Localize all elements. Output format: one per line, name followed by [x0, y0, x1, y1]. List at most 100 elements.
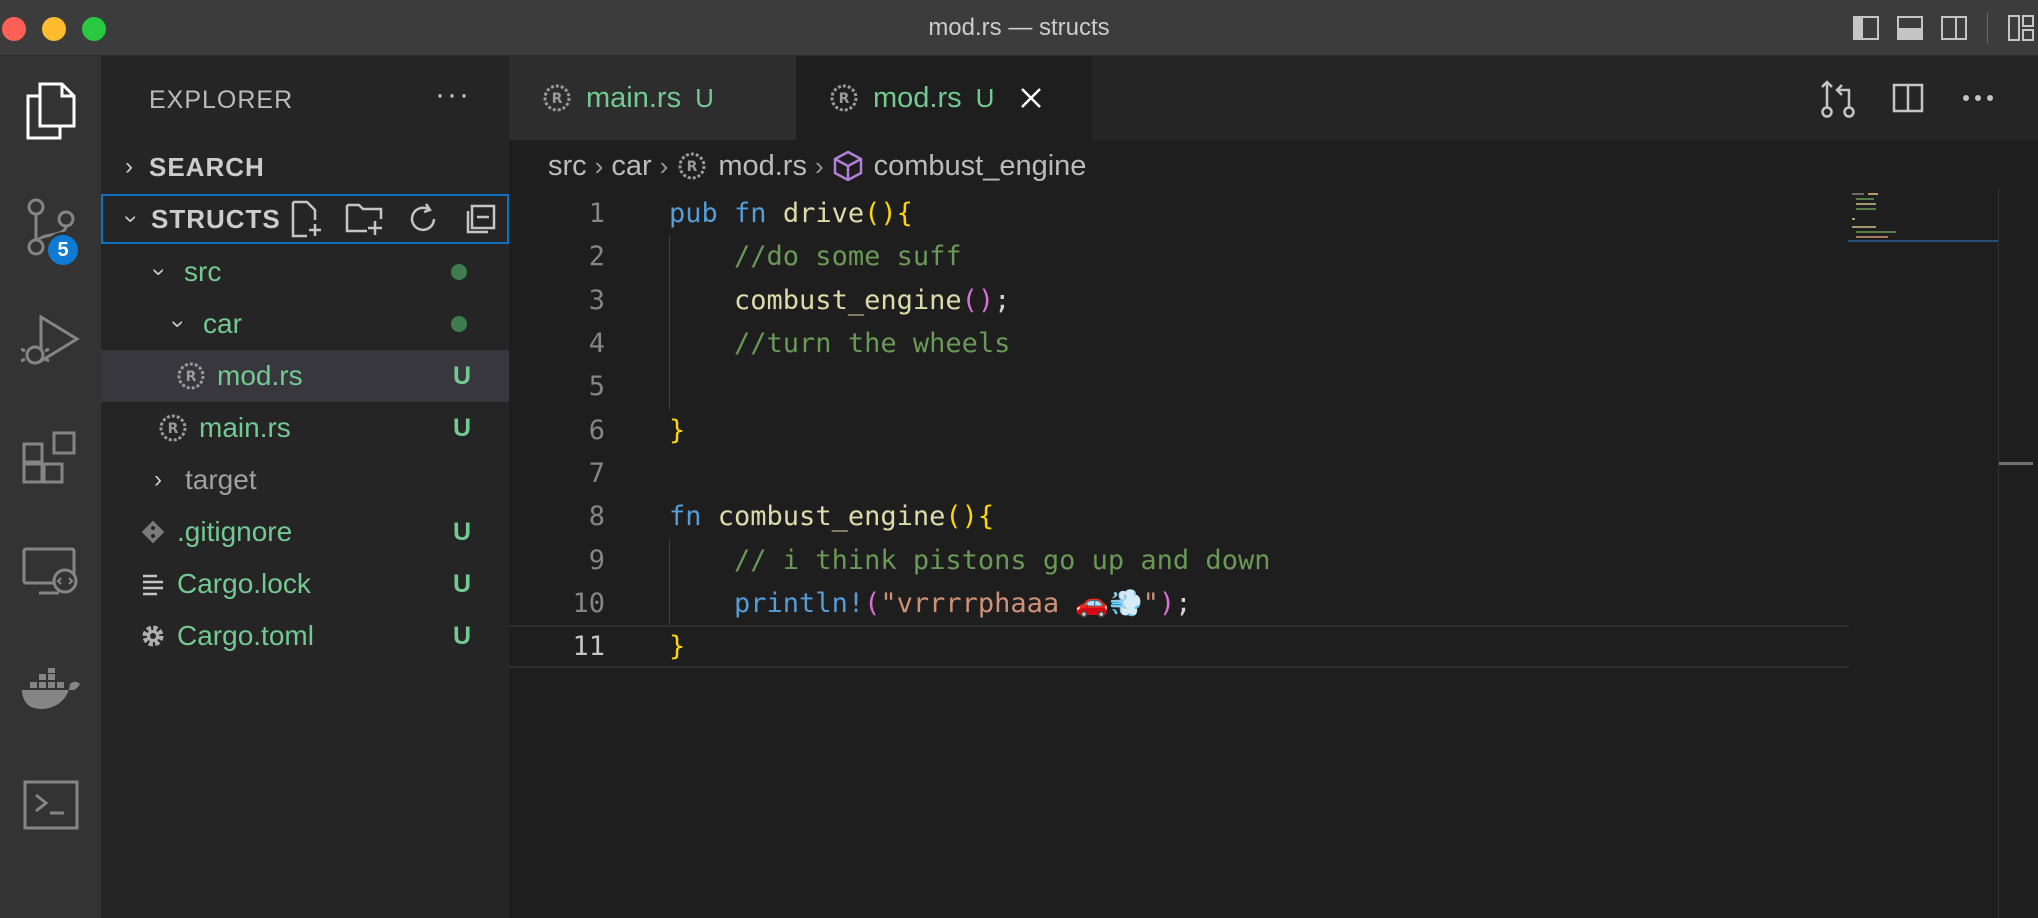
minimap-line: [1852, 218, 1855, 220]
gear-icon: [135, 618, 171, 654]
token-bracket: ): [1158, 588, 1176, 620]
toggle-panel-button[interactable]: [1893, 12, 1927, 44]
source-control-badge: 5: [45, 232, 81, 268]
activity-run-debug[interactable]: [0, 296, 101, 386]
open-changes-button[interactable]: [1818, 78, 1858, 118]
modified-dot-indicator: [451, 316, 467, 332]
token-function: drive: [782, 198, 865, 230]
code-editor[interactable]: 1 pub fn drive(){ 2 //do some suff 3 com…: [509, 192, 1849, 669]
explorer-header: EXPLORER: [149, 86, 294, 114]
chevron-right-icon: ›: [154, 466, 162, 493]
code-line: 6 }: [509, 408, 1849, 451]
rust-file-icon: R: [173, 358, 209, 394]
tab-mod-rs[interactable]: R mod.rs U: [796, 56, 1092, 140]
token-bracket: }: [669, 631, 686, 663]
token-function: combust_engine: [717, 501, 946, 533]
minimap-line: [1868, 193, 1878, 195]
token-macro: !: [847, 588, 865, 620]
tree-file-cargo-toml[interactable]: Cargo.toml U: [101, 610, 509, 662]
git-status-untracked: U: [452, 361, 471, 390]
split-editor-button[interactable]: [1888, 78, 1928, 118]
docker-icon: [21, 668, 80, 709]
breadcrumb-item[interactable]: src: [548, 150, 587, 183]
minimap-line: [1856, 231, 1896, 233]
collapse-folders-button[interactable]: [459, 197, 503, 241]
window-title: mod.rs — structs: [928, 14, 1110, 41]
token-bracket: }: [669, 414, 686, 446]
breadcrumb-item[interactable]: car: [611, 150, 651, 183]
activity-bar: 5: [0, 56, 101, 918]
minimap-line: [1856, 208, 1876, 210]
sidebar-right-icon: [1941, 16, 1967, 40]
activity-terminal[interactable]: [0, 760, 101, 850]
sidebar-left-icon: [1853, 16, 1879, 40]
breadcrumb-item[interactable]: mod.rs: [718, 150, 807, 183]
ellipsis-icon: [1963, 95, 1993, 101]
run-debug-icon: [20, 314, 80, 365]
line-number: 7: [588, 457, 605, 489]
line-number: 3: [588, 284, 605, 316]
chevron-right-icon: ›: [594, 150, 604, 181]
tree-folder-car[interactable]: › car: [101, 298, 509, 350]
line-content: combust_engine();: [669, 285, 1010, 316]
tree-item-label: Cargo.lock: [177, 568, 311, 599]
explorer-sidebar: EXPLORER ··· › SEARCH › STRUCTS › src › …: [101, 56, 509, 918]
tab-git-status: U: [695, 82, 714, 113]
token-bracket: {: [977, 501, 995, 533]
tree-file-cargo-lock[interactable]: Cargo.lock U: [101, 558, 509, 610]
customize-layout-button[interactable]: [2004, 12, 2038, 44]
token-macro: println: [734, 588, 848, 620]
activity-explorer[interactable]: [0, 66, 101, 156]
line-content: // i think pistons go up and down: [669, 545, 1270, 576]
activity-remote-explorer[interactable]: [0, 526, 101, 616]
tree-file-mod-rs[interactable]: R mod.rs U: [101, 350, 509, 402]
line-number: 8: [588, 501, 605, 533]
line-number: 9: [588, 544, 605, 576]
rust-file-icon: R: [676, 150, 708, 182]
minimap[interactable]: [1848, 188, 1998, 918]
line-number: 5: [588, 371, 605, 403]
git-file-icon: [135, 514, 171, 550]
breadcrumb-item[interactable]: combust_engine: [874, 150, 1087, 183]
new-file-icon: [291, 200, 321, 238]
tree-folder-src[interactable]: › src: [101, 246, 509, 298]
tree-item-label: target: [185, 464, 257, 495]
refresh-explorer-button[interactable]: [401, 197, 445, 241]
line-number: 1: [588, 198, 605, 230]
tab-main-rs[interactable]: R main.rs U: [509, 56, 796, 140]
code-line: 3 combust_engine();: [509, 279, 1849, 322]
explorer-more-actions-button[interactable]: ···: [435, 78, 471, 112]
workspace-section-title: STRUCTS: [151, 203, 281, 234]
close-tab-button[interactable]: [1016, 83, 1046, 113]
activity-extensions[interactable]: [0, 414, 101, 504]
modified-dot-indicator: [451, 264, 467, 280]
chevron-down-icon: ›: [118, 215, 145, 223]
minimap-line: [1852, 193, 1864, 195]
new-folder-button[interactable]: [343, 197, 387, 241]
minimap-current-line: [1848, 240, 1998, 242]
code-line: 5: [509, 365, 1849, 408]
toggle-secondary-sidebar-button[interactable]: [1937, 12, 1971, 44]
line-number: 10: [572, 587, 605, 619]
tree-file-main-rs[interactable]: R main.rs U: [101, 402, 509, 454]
more-actions-button[interactable]: [1958, 78, 1998, 118]
code-line: 4 //turn the wheels: [509, 322, 1849, 365]
new-file-button[interactable]: [285, 197, 329, 241]
search-section-header[interactable]: › SEARCH: [101, 142, 509, 192]
tree-item-label: mod.rs: [217, 360, 303, 391]
token-punctuation: ;: [994, 284, 1011, 316]
toggle-primary-sidebar-button[interactable]: [1849, 12, 1883, 44]
activity-docker[interactable]: [0, 646, 101, 736]
line-content: }: [669, 631, 685, 662]
tree-folder-target[interactable]: › target: [101, 454, 509, 506]
tree-item-label: Cargo.toml: [177, 620, 314, 651]
token-punctuation: ;: [1175, 588, 1192, 620]
close-icon: [1021, 88, 1042, 108]
editor-tab-bar: R main.rs U R mod.rs U: [509, 56, 2038, 140]
svg-text:R: R: [687, 159, 698, 175]
vertical-scrollbar[interactable]: [1998, 188, 2038, 918]
svg-text:R: R: [168, 421, 179, 437]
tree-file-gitignore[interactable]: .gitignore U: [101, 506, 509, 558]
code-line: 2 //do some suff: [509, 235, 1849, 278]
workspace-section-header[interactable]: › STRUCTS: [101, 194, 509, 244]
